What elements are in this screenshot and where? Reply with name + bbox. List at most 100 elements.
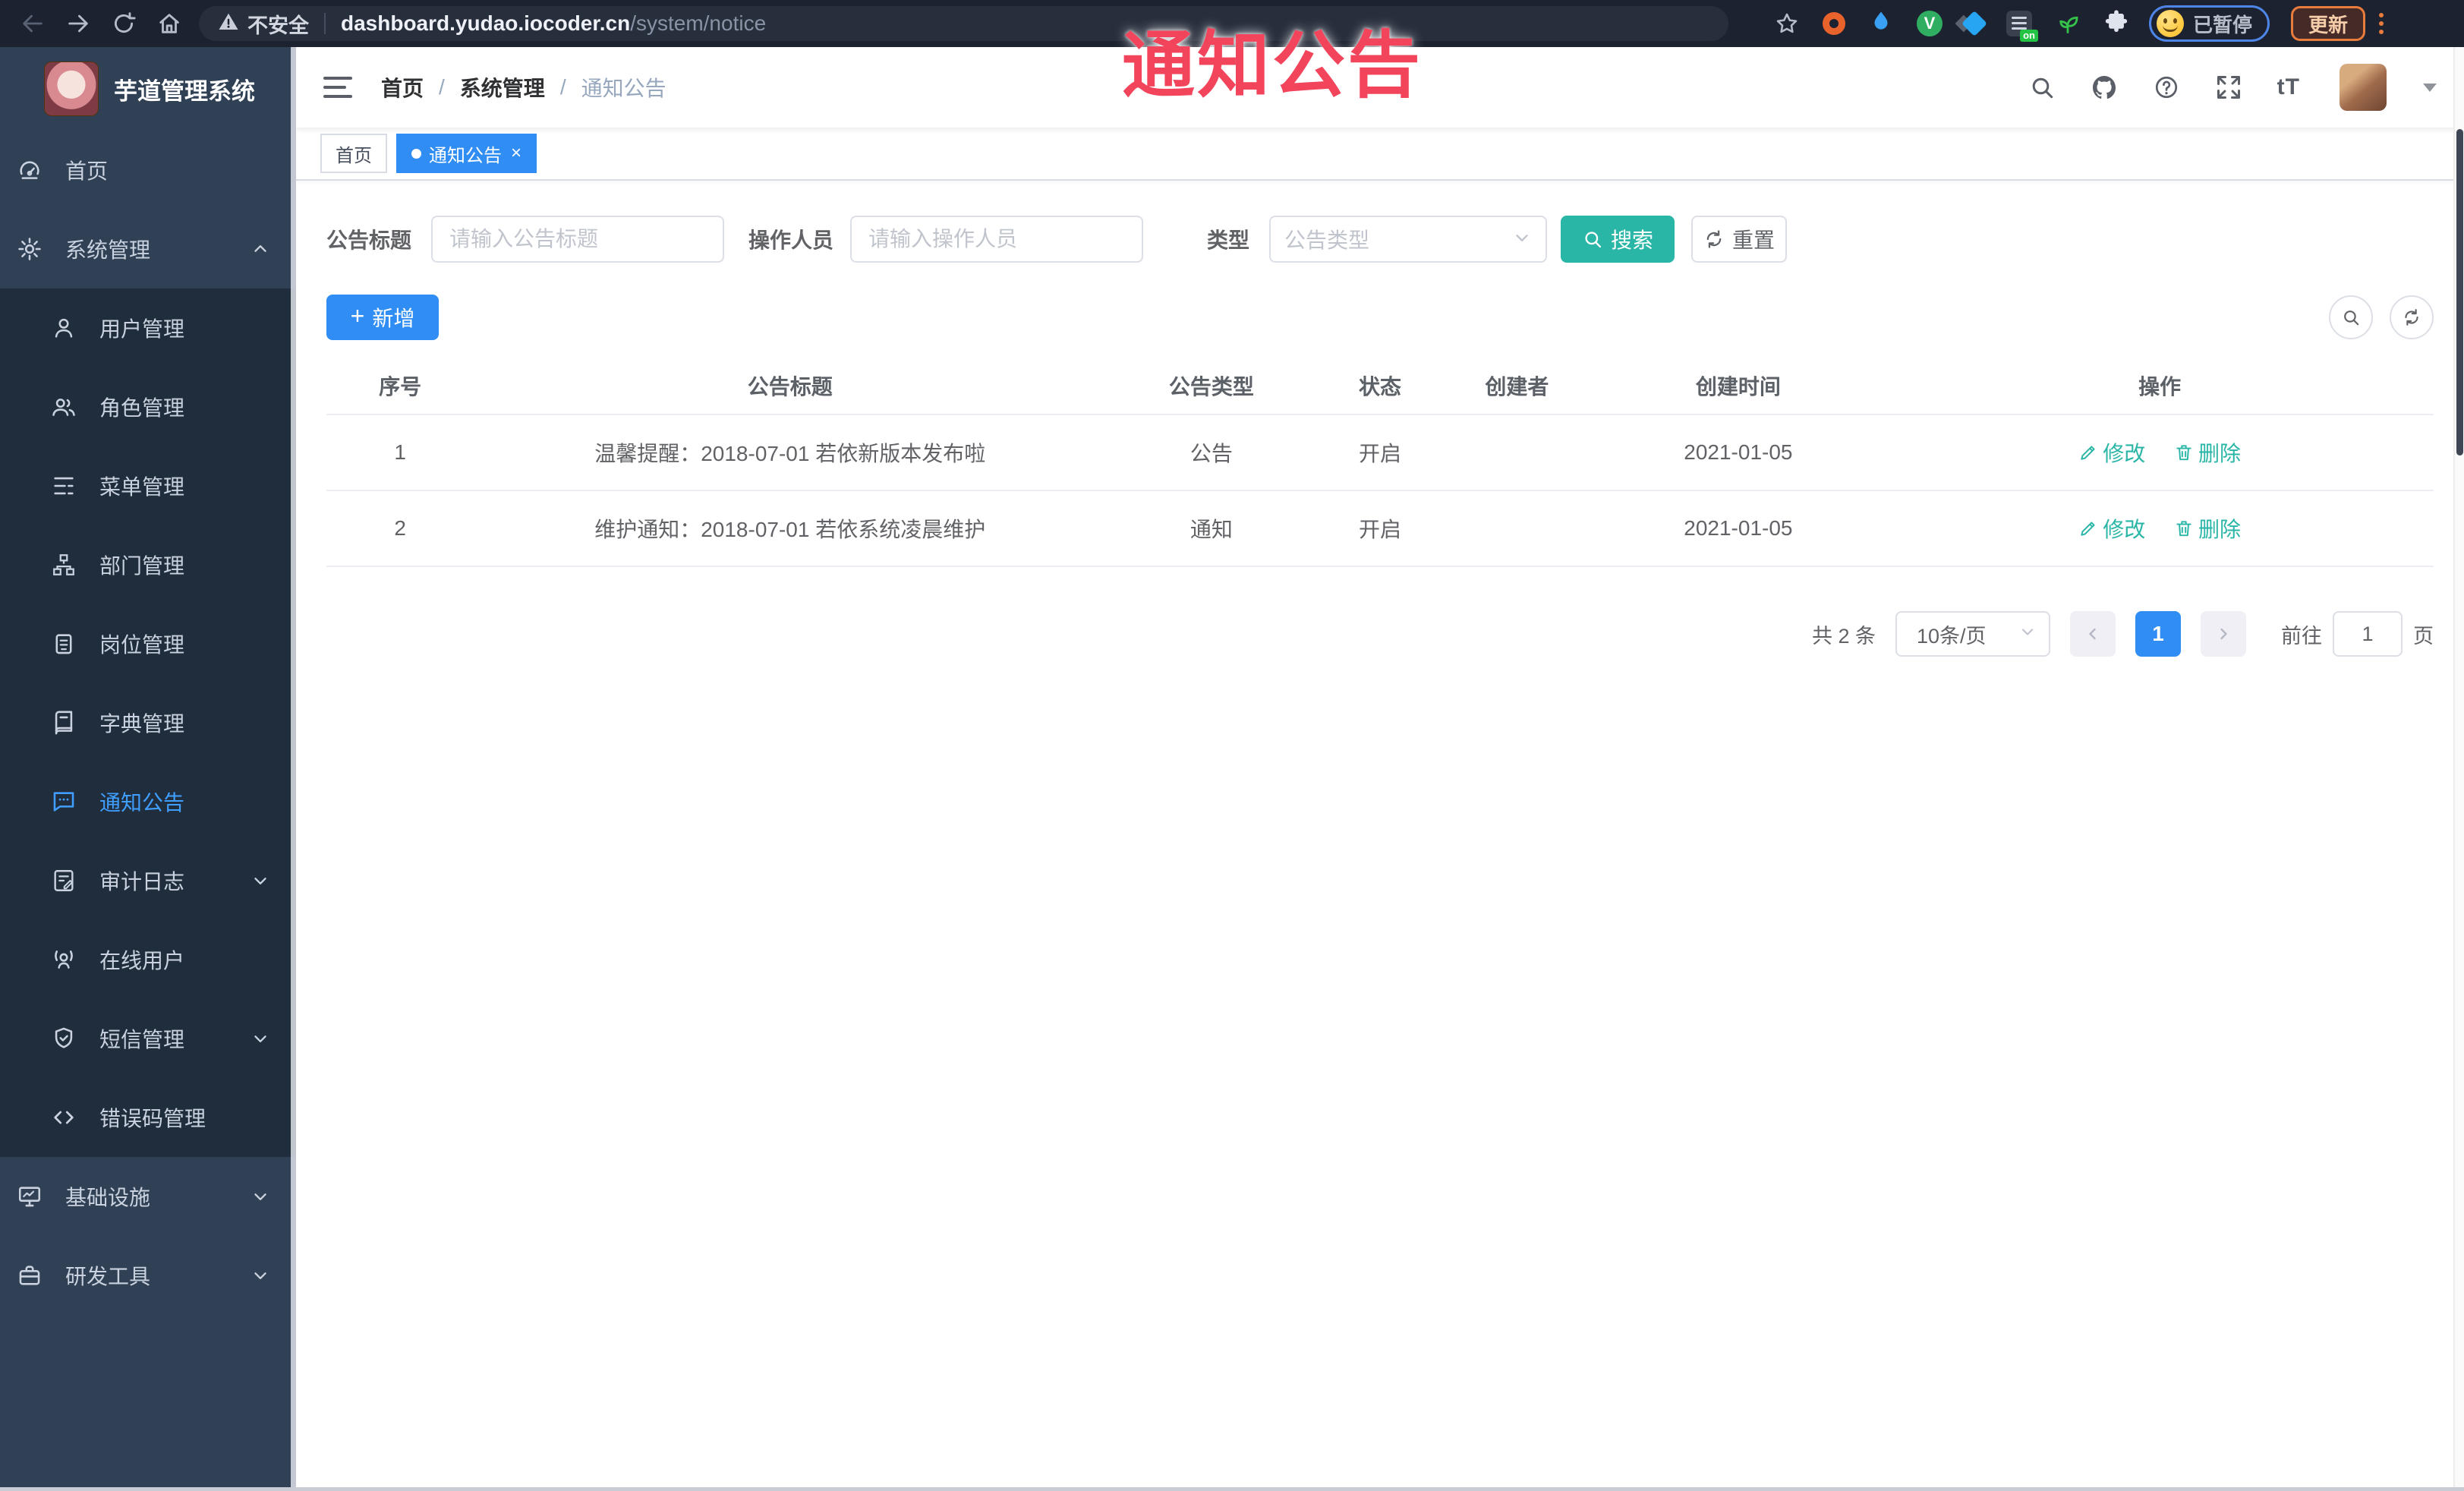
extensions-puzzle-icon[interactable] — [2103, 9, 2129, 39]
trash-icon — [2174, 519, 2194, 538]
sidebar-scrollbar[interactable] — [291, 47, 296, 1491]
extension-vue-devtools-icon[interactable]: V — [1917, 11, 1943, 36]
refresh-table-button[interactable] — [2390, 295, 2434, 339]
col-title: 公告标题 — [474, 357, 1107, 415]
tag-notice[interactable]: 通知公告 × — [396, 134, 537, 173]
page-unit-label: 页 — [2413, 624, 2434, 648]
active-tag-dot — [411, 148, 421, 159]
breadcrumb-system[interactable]: 系统管理 — [460, 72, 545, 102]
table-toolbar: + 新增 — [326, 295, 2434, 340]
search-icon — [2341, 307, 2361, 327]
sidebar-item-infrastructure[interactable]: 基础设施 — [0, 1157, 296, 1236]
edit-button[interactable]: 修改 — [2078, 513, 2145, 544]
page-scrollbar[interactable] — [2453, 47, 2464, 1491]
page-1-button[interactable]: 1 — [2135, 611, 2181, 657]
log-edit-icon — [51, 868, 77, 894]
extension-drop-icon[interactable] — [1868, 9, 1894, 39]
notice-type-select[interactable]: 公告类型 — [1269, 216, 1548, 263]
operator-input[interactable] — [850, 216, 1144, 263]
browser-reload-icon[interactable] — [111, 11, 137, 36]
search-icon[interactable] — [2028, 74, 2056, 101]
delete-button[interactable]: 删除 — [2174, 513, 2241, 544]
table-header-row: 序号 公告标题 公告类型 状态 创建者 创建时间 操作 — [326, 357, 2434, 415]
refresh-icon — [2402, 307, 2421, 327]
operator-label: 操作人员 — [748, 229, 834, 252]
browser-home-icon[interactable] — [156, 11, 182, 36]
notice-table: 序号 公告标题 公告类型 状态 创建者 创建时间 操作 1 温馨提醒：2018-… — [326, 357, 2434, 567]
post-badge-icon — [51, 631, 77, 657]
sidebar-item-dept-management[interactable]: 部门管理 — [0, 525, 296, 604]
profile-paused-pill[interactable]: 已暂停 — [2149, 5, 2270, 42]
search-form: 公告标题 操作人员 类型 公告类型 搜索 重置 — [326, 216, 2434, 263]
sidebar-item-dict-management[interactable]: 字典管理 — [0, 683, 296, 762]
sidebar-item-home[interactable]: 首页 — [0, 131, 296, 210]
extension-leaf-icon[interactable] — [2055, 9, 2081, 39]
browser-menu-kebab-icon[interactable] — [2379, 13, 2384, 34]
delete-button[interactable]: 删除 — [2174, 437, 2241, 468]
github-icon[interactable] — [2091, 74, 2118, 101]
chevron-up-icon — [250, 239, 270, 259]
sidebar-item-menu-management[interactable]: 菜单管理 — [0, 446, 296, 525]
chevron-right-icon — [2214, 625, 2232, 643]
extension-orange-ring-icon[interactable] — [1823, 12, 1845, 35]
sidebar-item-role-management[interactable]: 角色管理 — [0, 367, 296, 446]
toolbox-icon — [17, 1262, 43, 1288]
sidebar-item-error-code-management[interactable]: 错误码管理 — [0, 1078, 296, 1157]
notice-title-input[interactable] — [431, 216, 725, 263]
bookmark-star-icon[interactable] — [1774, 11, 1800, 36]
search-icon — [1582, 229, 1603, 250]
chevron-down-icon — [250, 1187, 270, 1206]
col-creator: 创建者 — [1443, 357, 1591, 415]
browser-back-icon[interactable] — [20, 11, 46, 36]
reset-button[interactable]: 重置 — [1691, 216, 1788, 263]
scrollbar-thumb[interactable] — [2456, 129, 2463, 455]
close-icon[interactable]: × — [511, 144, 521, 162]
sidebar-item-user-management[interactable]: 用户管理 — [0, 288, 296, 367]
sidebar-item-audit-log[interactable]: 审计日志 — [0, 841, 296, 920]
fullscreen-icon[interactable] — [2215, 74, 2242, 101]
tree-icon — [51, 552, 77, 578]
help-icon[interactable] — [2153, 74, 2180, 101]
avatar-caret-down-icon[interactable] — [2423, 83, 2437, 92]
notice-title-label: 公告标题 — [326, 229, 412, 252]
collapse-sidebar-icon[interactable] — [323, 77, 352, 98]
pagination: 共 2 条 10条/页 1 前往 页 — [326, 611, 2434, 657]
extensions-area: V on — [1774, 9, 2129, 42]
chevron-left-icon — [2084, 625, 2102, 643]
extension-switch-icon[interactable]: on — [2006, 11, 2038, 42]
prev-page-button[interactable] — [2070, 611, 2116, 657]
toggle-search-button[interactable] — [2329, 295, 2373, 339]
next-page-button[interactable] — [2201, 611, 2246, 657]
user-avatar[interactable] — [2340, 64, 2387, 111]
extension-blue-diamond-icon[interactable] — [1961, 11, 1987, 36]
screen: 不安全 dashboard.yudao.iocoder.cn /system/n… — [0, 0, 2464, 1491]
font-size-icon[interactable]: tT — [2277, 74, 2300, 100]
app-logo-row[interactable]: 芋道管理系统 — [0, 47, 296, 131]
sidebar-item-system-management[interactable]: 系统管理 — [0, 210, 296, 288]
browser-update-button[interactable]: 更新 — [2291, 6, 2366, 41]
sidebar-item-post-management[interactable]: 岗位管理 — [0, 604, 296, 683]
col-actions: 操作 — [1886, 357, 2434, 415]
trash-icon — [2174, 443, 2194, 462]
col-create-time: 创建时间 — [1590, 357, 1886, 415]
plus-icon: + — [350, 302, 365, 329]
profile-emoji-avatar — [2157, 10, 2184, 37]
breadcrumb: 首页 / 系统管理 / 通知公告 — [381, 72, 666, 102]
security-label[interactable]: 不安全 — [247, 9, 309, 39]
sidebar-item-notice[interactable]: 通知公告 — [0, 762, 296, 841]
search-button[interactable]: 搜索 — [1561, 216, 1675, 263]
sidebar: 芋道管理系统 首页 系统管理 用户管理 角色管理 菜单管理 部门管理 岗位管理 … — [0, 47, 296, 1491]
annotation-overlay-title: 通知公告 — [1122, 25, 1423, 106]
tag-home[interactable]: 首页 — [320, 134, 387, 173]
sidebar-item-sms-management[interactable]: 短信管理 — [0, 999, 296, 1078]
address-bar[interactable]: 不安全 dashboard.yudao.iocoder.cn /system/n… — [199, 6, 1728, 41]
breadcrumb-home[interactable]: 首页 — [381, 72, 424, 102]
sidebar-item-online-users[interactable]: 在线用户 — [0, 920, 296, 999]
add-button[interactable]: + 新增 — [326, 295, 439, 340]
edit-button[interactable]: 修改 — [2078, 437, 2145, 468]
browser-forward-icon[interactable] — [65, 11, 91, 36]
goto-page-input[interactable] — [2333, 611, 2403, 657]
page-size-select[interactable]: 10条/页 — [1895, 611, 2050, 657]
sidebar-item-dev-tools[interactable]: 研发工具 — [0, 1236, 296, 1315]
window-bottom-edge — [0, 1487, 2464, 1491]
